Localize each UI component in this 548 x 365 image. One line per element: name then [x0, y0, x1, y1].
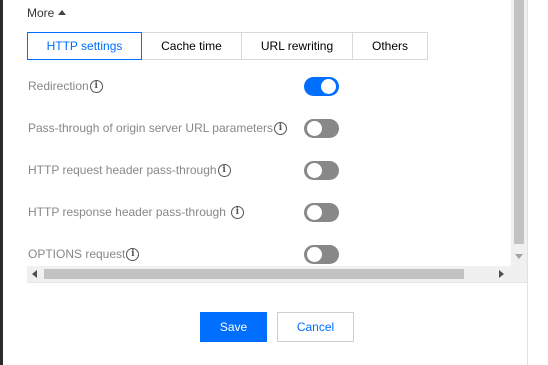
options-request-toggle[interactable]: [304, 245, 339, 264]
info-icon[interactable]: i: [126, 247, 140, 261]
more-toggle-label: More: [27, 6, 55, 20]
info-icon[interactable]: i: [230, 205, 244, 219]
tab-label: Others: [371, 39, 408, 53]
scroll-right-arrow-icon[interactable]: [499, 270, 504, 278]
divider: [27, 282, 527, 283]
panel-right-edge: [527, 0, 548, 365]
info-icon[interactable]: i: [89, 79, 103, 93]
tab-label: Cache time: [161, 39, 222, 53]
request-header-toggle[interactable]: [304, 161, 339, 180]
save-button[interactable]: Save: [200, 312, 267, 342]
scroll-down-arrow-icon[interactable]: [515, 254, 523, 259]
settings-panel: More HTTP settings Cache time URL rewrit…: [0, 0, 548, 365]
setting-label: OPTIONS request i: [28, 247, 140, 261]
horizontal-scrollbar-thumb[interactable]: [44, 269, 464, 279]
info-icon[interactable]: i: [217, 163, 231, 177]
caret-up-icon: [58, 10, 67, 15]
response-header-toggle[interactable]: [304, 203, 339, 222]
tab-label: URL rewriting: [260, 39, 334, 53]
scrollbar-corner: [511, 266, 527, 282]
setting-row-options-request: OPTIONS request i: [27, 245, 347, 265]
setting-row-request-header: HTTP request header pass-through i: [27, 161, 347, 181]
setting-label: HTTP response header pass-through i: [28, 205, 244, 219]
toggle-knob: [307, 121, 322, 136]
toggle-knob: [307, 163, 322, 178]
setting-label-text: Redirection: [28, 79, 89, 93]
settings-scroll-area: More HTTP settings Cache time URL rewrit…: [27, 0, 527, 283]
divider: [527, 0, 528, 365]
vertical-scrollbar[interactable]: [511, 0, 527, 266]
tab-cache-time[interactable]: Cache time: [141, 32, 242, 60]
setting-label: Pass-through of origin server URL parame…: [28, 121, 287, 135]
setting-label-text: HTTP request header pass-through: [28, 163, 217, 177]
horizontal-scrollbar[interactable]: [27, 266, 511, 282]
redirection-toggle[interactable]: [304, 77, 339, 96]
toggle-knob: [307, 205, 322, 220]
setting-label-text: HTTP response header pass-through: [28, 205, 226, 219]
setting-label-text: Pass-through of origin server URL parame…: [28, 121, 273, 135]
tab-url-rewriting[interactable]: URL rewriting: [241, 32, 353, 60]
setting-label: Redirection i: [28, 79, 103, 93]
setting-row-redirection: Redirection i: [27, 77, 347, 97]
toggle-knob: [321, 79, 336, 94]
more-toggle[interactable]: More: [27, 6, 67, 20]
scroll-left-arrow-icon[interactable]: [32, 270, 37, 278]
save-button-label: Save: [219, 320, 248, 334]
setting-label-text: OPTIONS request: [28, 247, 126, 261]
setting-label: HTTP request header pass-through i: [28, 163, 231, 177]
setting-row-url-params: Pass-through of origin server URL parame…: [27, 119, 347, 139]
vertical-scrollbar-thumb[interactable]: [514, 0, 524, 244]
window-edge: [0, 0, 3, 365]
tab-others[interactable]: Others: [352, 32, 428, 60]
url-params-toggle[interactable]: [304, 119, 339, 138]
tab-label: HTTP settings: [46, 39, 123, 53]
cancel-button[interactable]: Cancel: [277, 312, 354, 342]
settings-tabs: HTTP settings Cache time URL rewriting O…: [27, 32, 428, 60]
toggle-knob: [307, 247, 322, 262]
cancel-button-label: Cancel: [296, 320, 335, 334]
info-icon[interactable]: i: [274, 121, 287, 135]
setting-row-response-header: HTTP response header pass-through i: [27, 203, 347, 223]
tab-http-settings[interactable]: HTTP settings: [27, 32, 142, 60]
